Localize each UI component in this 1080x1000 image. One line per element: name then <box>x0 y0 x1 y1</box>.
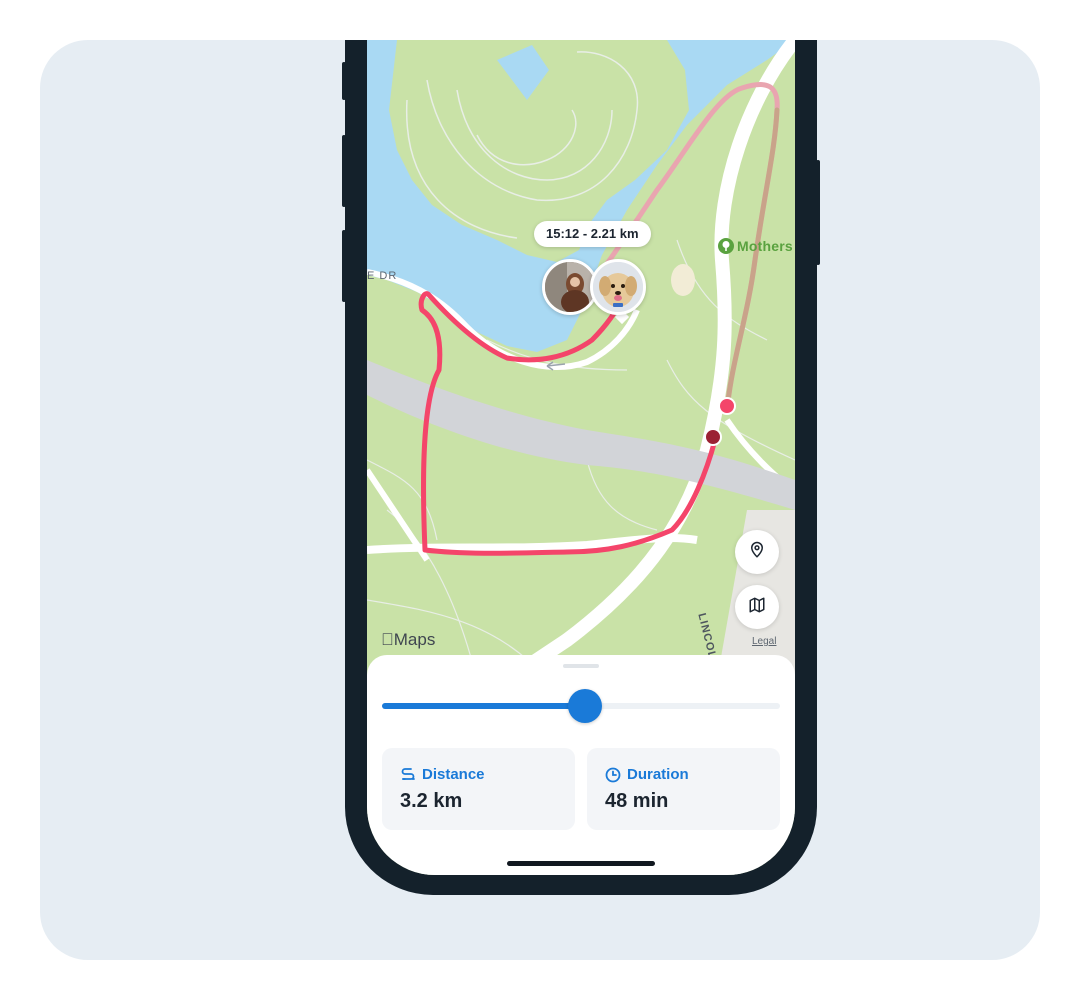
clock-icon <box>605 767 621 788</box>
home-indicator <box>507 861 655 866</box>
pin-icon <box>748 541 766 564</box>
route-icon <box>400 767 416 788</box>
timeline-slider[interactable] <box>382 689 780 723</box>
duration-value: 48 min <box>605 790 669 812</box>
legal-link[interactable]: Legal <box>752 636 776 647</box>
phone-frame: E DR LINCOLN Mothers 15:12 - 2.21 km Map… <box>342 40 820 895</box>
phone-button <box>342 230 346 302</box>
tree-icon <box>718 238 734 259</box>
route-time-bubble: 15:12 - 2.21 km <box>534 221 651 247</box>
slider-thumb[interactable] <box>567 689 602 723</box>
bottom-sheet: Distance 3.2 km Duration 48 min <box>367 655 795 875</box>
road-label: E DR <box>367 270 398 282</box>
location-button[interactable] <box>735 530 779 574</box>
maps-attribution: Maps <box>381 630 435 649</box>
avatar-dog <box>590 259 646 315</box>
slider-fill <box>382 703 585 709</box>
distance-value: 3.2 km <box>400 790 463 812</box>
duration-card: Duration 48 min <box>587 748 780 830</box>
map-mode-button[interactable] <box>735 585 779 629</box>
phone-button <box>816 160 820 265</box>
phone-button <box>342 62 346 100</box>
phone-button <box>342 135 346 207</box>
avatar-pin[interactable] <box>542 259 648 325</box>
background-card: E DR LINCOLN Mothers 15:12 - 2.21 km Map… <box>40 40 1040 960</box>
sheet-grabber[interactable] <box>563 664 599 668</box>
phone-screen: E DR LINCOLN Mothers 15:12 - 2.21 km Map… <box>367 40 795 875</box>
distance-card: Distance 3.2 km <box>382 748 575 830</box>
distance-label: Distance <box>422 766 485 783</box>
park-label: Mothers <box>737 238 793 254</box>
map-view[interactable] <box>367 40 795 680</box>
apple-icon:  <box>381 630 394 649</box>
map-icon <box>748 596 766 619</box>
duration-label: Duration <box>627 766 689 783</box>
